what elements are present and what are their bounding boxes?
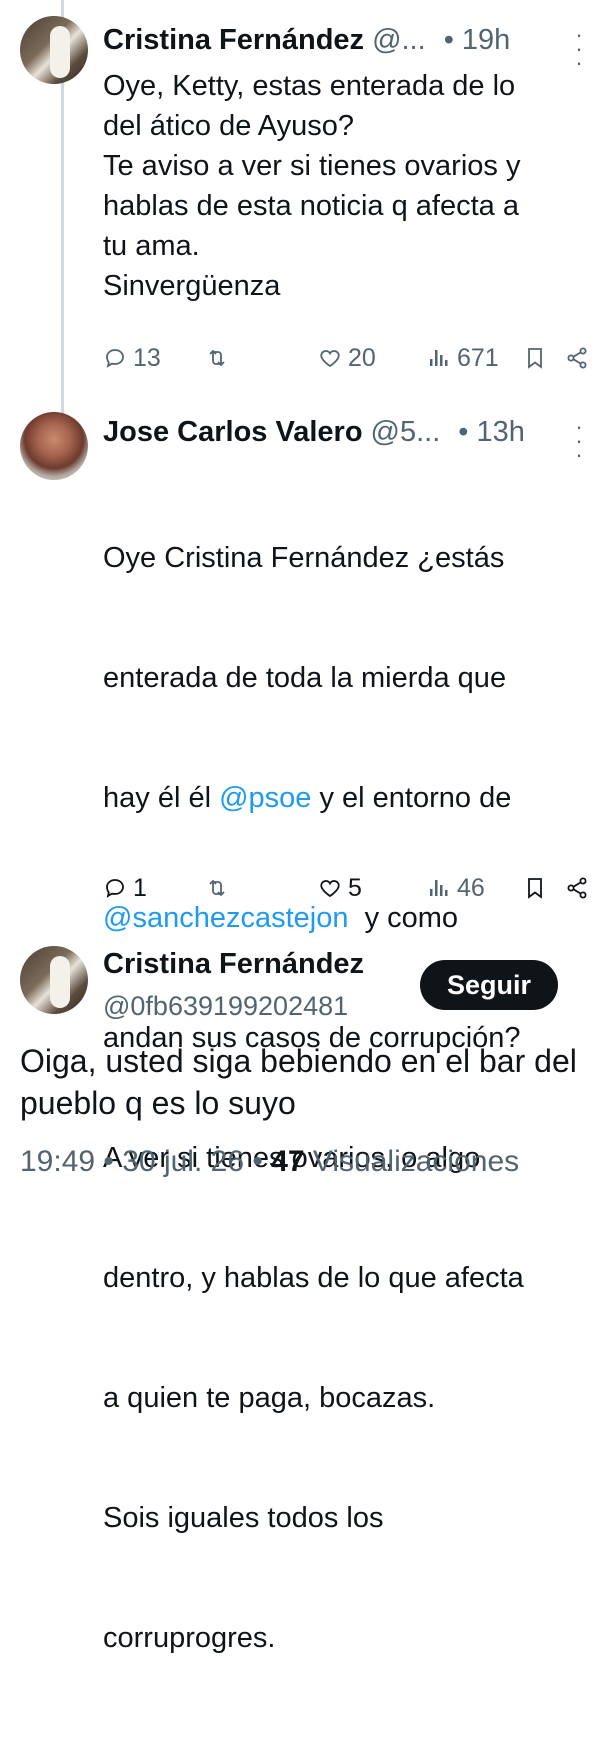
like-icon xyxy=(320,350,340,368)
reply-button[interactable]: 1 xyxy=(103,870,147,906)
tweet-time[interactable]: • 19h xyxy=(444,24,511,57)
reply-icon xyxy=(106,349,124,368)
views-button[interactable]: 671 xyxy=(427,340,499,376)
like-button[interactable]: 5 xyxy=(318,870,362,906)
tweet-header: Jose Carlos Valero @5... • 13h xyxy=(103,412,525,452)
more-icon[interactable]: · · · xyxy=(568,24,590,74)
retweet-icon xyxy=(209,879,225,897)
tweet-time[interactable]: • 13h xyxy=(458,416,525,449)
tweet-meta: 19:49 • 30 jul. 26 • 47 Visualizaciones xyxy=(20,1145,519,1179)
avatar[interactable] xyxy=(20,16,88,84)
views-button[interactable]: 46 xyxy=(427,870,485,906)
author-name[interactable]: Cristina Fernández xyxy=(103,948,364,981)
tweet-header: Cristina Fernández @... • 19h xyxy=(103,20,510,60)
views-label: Visualizaciones xyxy=(312,1145,520,1178)
share-button[interactable] xyxy=(565,870,589,906)
bookmark-icon xyxy=(528,878,542,899)
author-handle-row: @0fb639199202481 xyxy=(103,986,348,1026)
tweet-text: Oye, Ketty, estas enterada de lo del átic… xyxy=(103,70,521,302)
avatar[interactable] xyxy=(20,946,88,1014)
bookmark-button[interactable] xyxy=(523,870,547,906)
views-icon xyxy=(430,350,448,366)
author-handle[interactable]: @5... xyxy=(371,416,441,449)
reply-icon xyxy=(106,879,124,898)
tweet-timestamp[interactable]: 19:49 • 30 jul. 26 • xyxy=(20,1145,263,1178)
views-count: 47 xyxy=(271,1145,305,1178)
action-bar: 13 20 671 xyxy=(103,340,593,376)
author-handle[interactable]: @0fb639199202481 xyxy=(103,991,348,1022)
reply-button[interactable]: 13 xyxy=(103,340,161,376)
retweet-button[interactable] xyxy=(205,340,229,376)
retweet-button[interactable] xyxy=(205,870,229,906)
like-button[interactable]: 20 xyxy=(318,340,376,376)
author-name[interactable]: Jose Carlos Valero xyxy=(103,416,363,449)
share-icon xyxy=(567,347,587,369)
share-icon xyxy=(567,877,587,899)
author-name[interactable]: Cristina Fernández xyxy=(103,24,364,57)
bookmark-button[interactable] xyxy=(523,340,547,376)
like-icon xyxy=(320,880,340,898)
views-icon xyxy=(430,880,448,896)
mention-link[interactable]: @sanchezcastejon xyxy=(103,902,348,934)
tweet-text: Oiga, usted siga bebiendo en el bar del … xyxy=(20,1043,577,1121)
avatar[interactable] xyxy=(20,412,88,480)
retweet-icon xyxy=(209,349,225,367)
action-bar: 1 5 46 xyxy=(103,870,593,906)
author-handle[interactable]: @... xyxy=(372,24,426,57)
bookmark-icon xyxy=(528,348,542,369)
follow-button[interactable]: Seguir xyxy=(420,960,558,1010)
mention-link[interactable]: @psoe xyxy=(219,782,311,814)
author-name-row: Cristina Fernández xyxy=(103,944,364,984)
more-icon[interactable]: · · · xyxy=(568,416,590,466)
share-button[interactable] xyxy=(565,340,589,376)
